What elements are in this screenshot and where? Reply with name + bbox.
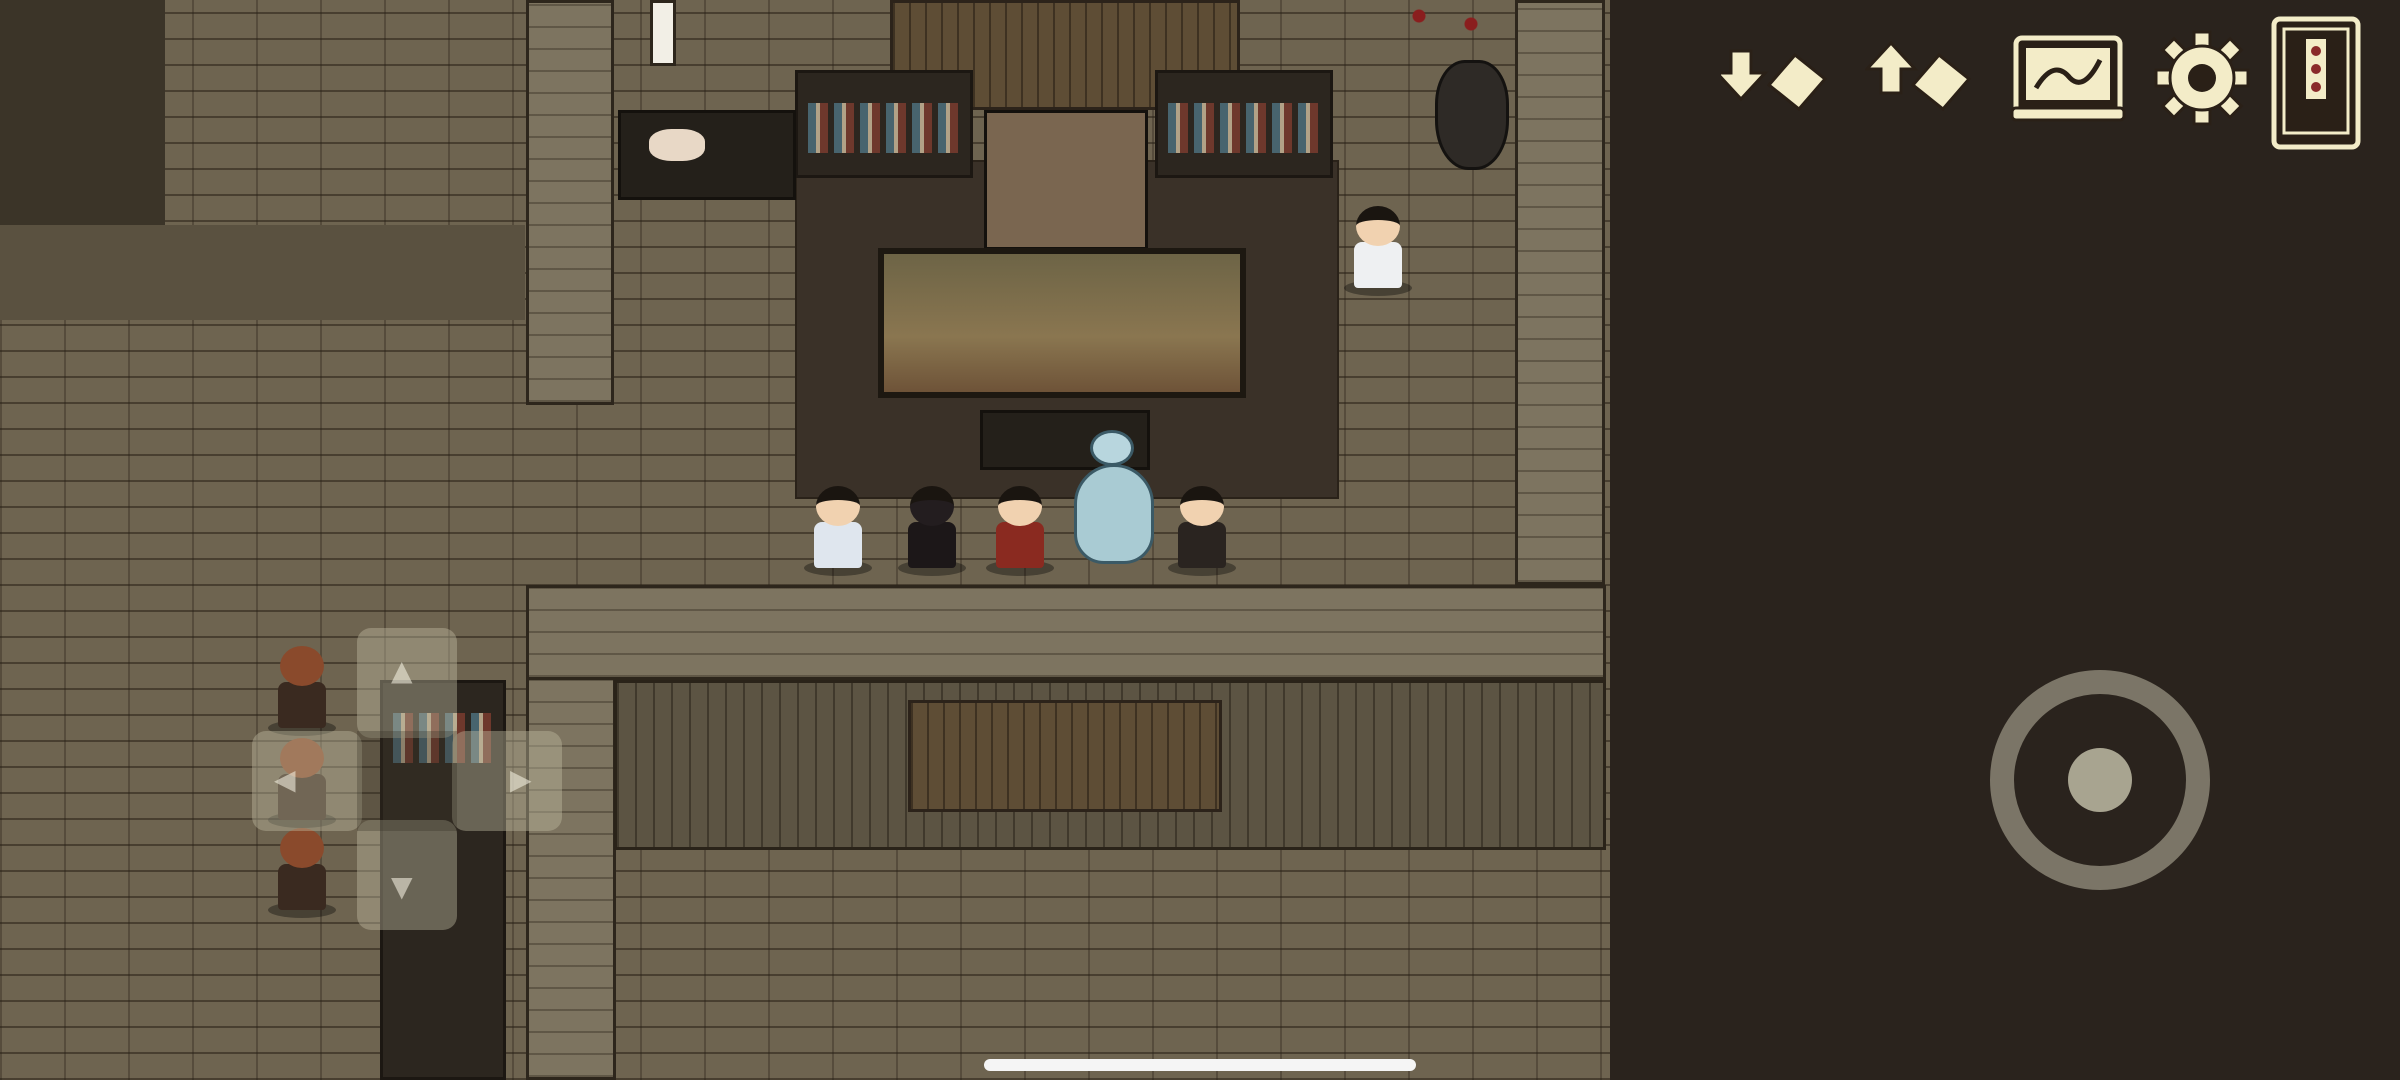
black-vase[interactable] (1435, 60, 1509, 170)
red-blossom-branch (1380, 0, 1510, 40)
card-deck-button[interactable] (2268, 14, 2364, 154)
altar-pedestal (984, 110, 1148, 250)
npc-white-robed-lady[interactable] (1338, 190, 1418, 296)
stone-pillar-left (526, 0, 614, 405)
save-button[interactable] (1720, 28, 1832, 128)
party-member-white-serpent[interactable] (1064, 420, 1164, 570)
arrow-left-icon: ◀ (274, 763, 296, 796)
party-member-swordsman[interactable] (798, 470, 878, 576)
stone-wall-top-row (526, 585, 1606, 680)
card-deck-icon (2271, 16, 2361, 150)
map-scroll-icon (2010, 35, 2126, 122)
virtual-joystick[interactable] (1990, 670, 2210, 890)
load-button[interactable] (1864, 28, 1976, 128)
wooden-gate[interactable] (908, 700, 1222, 812)
wall-scroll (650, 0, 676, 66)
side-table[interactable] (618, 110, 796, 200)
arrow-up-icon: ▲ (391, 654, 413, 687)
stone-wall-right (1515, 0, 1605, 585)
dpad-center (357, 731, 457, 831)
arrow-down-icon: ▼ (391, 870, 413, 903)
dpad-right[interactable]: ▶ (452, 731, 562, 831)
dpad-up[interactable]: ▲ (357, 628, 457, 738)
dpad-left[interactable]: ◀ (252, 731, 362, 831)
arrow-right-icon: ▶ (510, 763, 532, 796)
party-member-masked-ninja[interactable] (892, 470, 972, 576)
bookshelf-right[interactable] (1155, 70, 1333, 178)
joystick-knob[interactable] (2068, 748, 2132, 812)
party-member-young-fighter[interactable] (1162, 470, 1242, 576)
map-button[interactable] (2004, 28, 2130, 128)
load-upload-icon (1865, 40, 1972, 112)
home-indicator[interactable] (984, 1059, 1416, 1071)
game-world[interactable] (0, 0, 1610, 1080)
save-download-icon (1721, 49, 1828, 112)
painted-folding-screen[interactable] (878, 248, 1246, 398)
settings-button[interactable] (2146, 28, 2258, 128)
party-member-red-general[interactable] (980, 470, 1060, 576)
bookshelf-left[interactable] (795, 70, 973, 178)
dark-corner-room (0, 0, 165, 225)
bread-plate (649, 129, 705, 161)
dpad-down[interactable]: ▼ (357, 820, 457, 930)
settings-gear-icon (2154, 30, 2250, 126)
virtual-dpad[interactable]: ▲ ▼ ◀ ▶ (252, 628, 562, 930)
corridor-shadow (0, 225, 525, 320)
